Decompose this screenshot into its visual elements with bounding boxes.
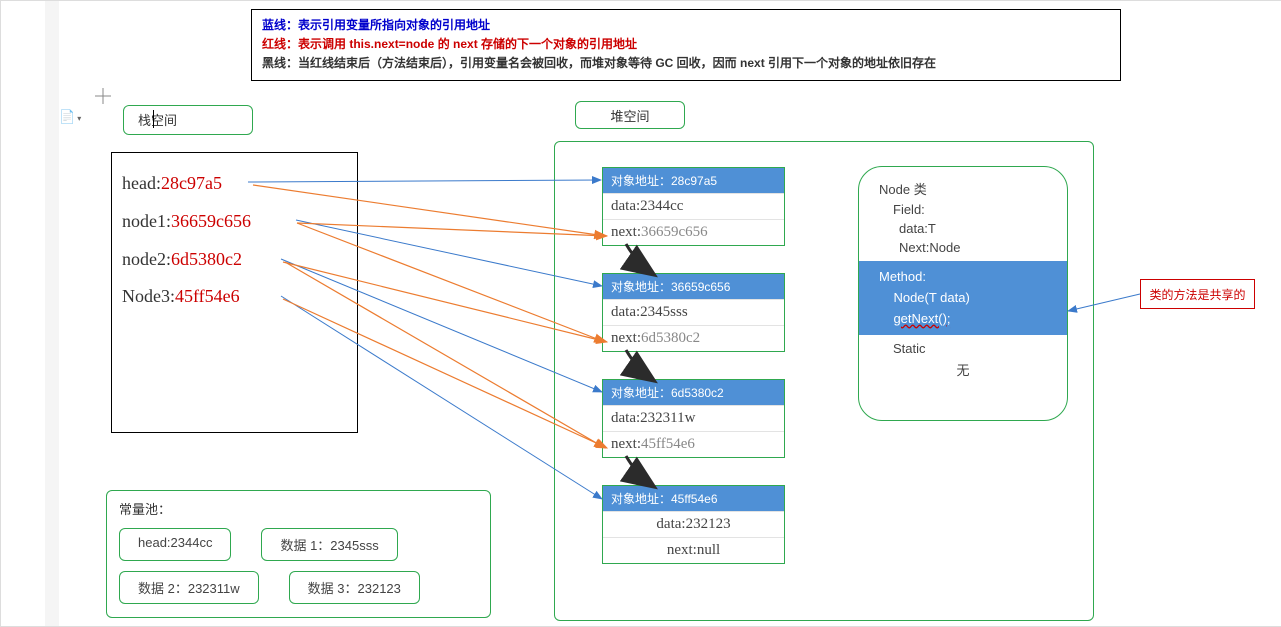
legend-box: 蓝线：表示引用变量所指向对象的引用地址 红线：表示调用 this.next=no… [251,9,1121,81]
const-item: 数据 3：232123 [289,571,420,604]
legend-blue-line: 蓝线：表示引用变量所指向对象的引用地址 [262,16,1110,35]
const-item: 数据 2：232311w [119,571,259,604]
heap-space-label: 堆空间 [575,101,685,129]
object-next: next:36659c656 [603,219,784,245]
class-field-label: Field: [859,200,1067,219]
heap-object-4: 对象地址：45ff54e6 data:232123 next:null [602,485,785,564]
document-icon: 📄▾ [59,109,81,125]
gutter [45,1,59,626]
class-field: Next:Node [859,238,1067,257]
text-cursor [153,110,154,128]
object-header: 对象地址：28c97a5 [603,168,784,193]
heap-object-1: 对象地址：28c97a5 data:2344cc next:36659c656 [602,167,785,246]
object-data: data:232123 [603,511,784,537]
object-next: next:6d5380c2 [603,325,784,351]
class-static-label: Static [859,339,1067,358]
constant-pool: 常量池： head:2344cc 数据 1：2345sss 数据 2：23231… [106,490,491,618]
object-header: 对象地址：6d5380c2 [603,380,784,405]
object-data: data:2345sss [603,299,784,325]
stack-space-label: 栈空间 [123,105,253,135]
class-field: data:T [859,219,1067,238]
diagram-canvas: 📄▾ 蓝线：表示引用变量所指向对象的引用地址 红线：表示调用 this.next… [0,0,1281,627]
constant-pool-title: 常量池： [119,499,478,518]
class-title: Node 类 [859,177,1067,200]
stack-row: node2:6d5380c2 [122,241,347,279]
stack-row: Node3:45ff54e6 [122,278,347,316]
const-item: 数据 1：2345sss [261,528,397,561]
class-method-block: Method: Node(T data) getNext(); [859,261,1067,335]
stack-row: head:28c97a5 [122,165,347,203]
const-item: head:2344cc [119,528,231,561]
object-next: next:null [603,537,784,563]
stack-row: node1:36659c656 [122,203,347,241]
class-definition-box: Node 类 Field: data:T Next:Node Method: N… [858,166,1068,421]
object-header: 对象地址：36659c656 [603,274,784,299]
object-data: data:232311w [603,405,784,431]
tip-box: 类的方法是共享的 [1140,279,1255,309]
heap-object-2: 对象地址：36659c656 data:2345sss next:6d5380c… [602,273,785,352]
legend-red-line: 红线：表示调用 this.next=node 的 next 存储的下一个对象的引… [262,35,1110,54]
object-header: 对象地址：45ff54e6 [603,486,784,511]
legend-black-line: 黑线：当红线结束后（方法结束后），引用变量名会被回收，而堆对象等待 GC 回收，… [262,54,1110,73]
heap-object-3: 对象地址：6d5380c2 data:232311w next:45ff54e6 [602,379,785,458]
object-data: data:2344cc [603,193,784,219]
class-static-none: 无 [859,358,1067,381]
stack-box: head:28c97a5 node1:36659c656 node2:6d538… [111,152,358,433]
object-next: next:45ff54e6 [603,431,784,457]
